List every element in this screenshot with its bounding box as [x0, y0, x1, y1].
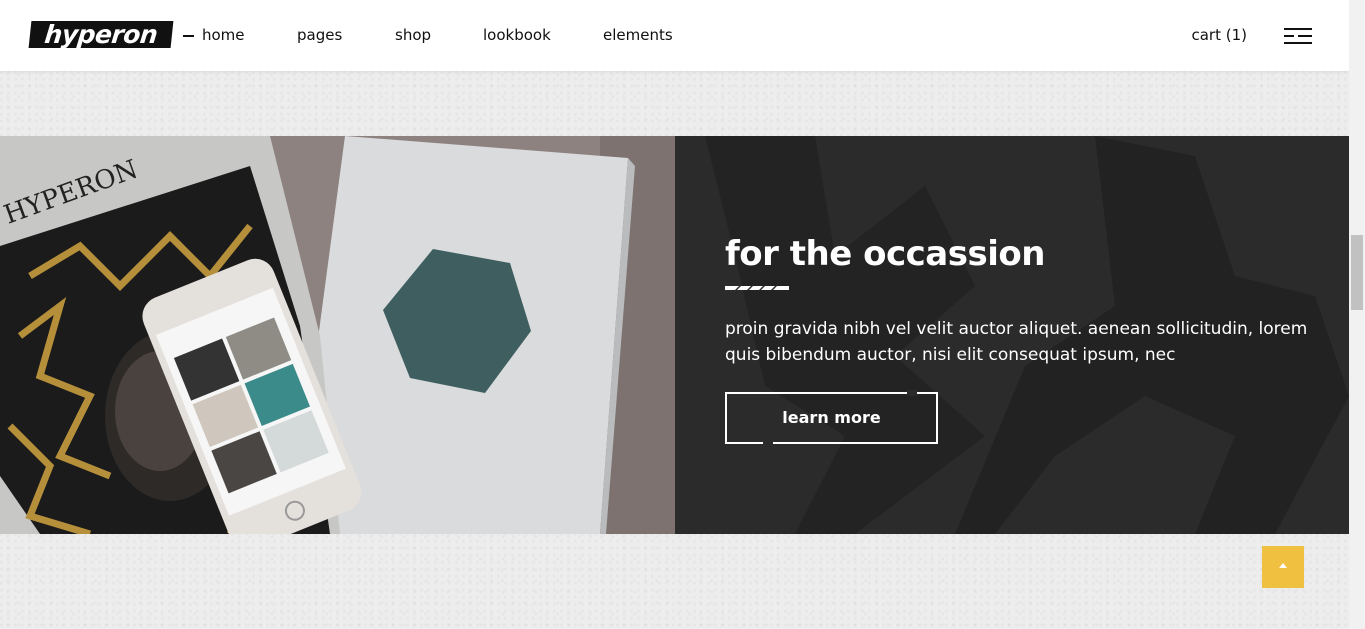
page-scrollbar[interactable]	[1349, 0, 1365, 629]
site-header: hyperon home pages shop lookbook element…	[0, 0, 1349, 71]
scrollbar-thumb[interactable]	[1351, 235, 1363, 310]
active-nav-indicator	[183, 35, 194, 37]
banner-content-panel: for the occassion proin gravida nibh vel…	[675, 136, 1349, 534]
nav-item-lookbook[interactable]: lookbook	[483, 26, 551, 44]
promo-banner: HYPERON for the occassion proin gravida …	[0, 136, 1349, 534]
banner-photo: HYPERON	[0, 136, 675, 534]
decorative-stripe	[725, 286, 789, 290]
nav-item-elements[interactable]: elements	[603, 26, 673, 44]
nav-item-home[interactable]: home	[202, 26, 245, 44]
cart-link[interactable]: cart (1)	[1191, 26, 1247, 44]
learn-more-button[interactable]: learn more	[725, 390, 938, 446]
banner-headline: for the occassion	[725, 234, 1045, 274]
learn-more-label: learn more	[782, 408, 881, 427]
banner-body-text: proin gravida nibh vel velit auctor aliq…	[725, 319, 1308, 365]
scroll-to-top-button[interactable]	[1262, 546, 1304, 588]
site-logo[interactable]: hyperon	[28, 20, 174, 49]
nav-item-shop[interactable]: shop	[395, 26, 431, 44]
nav-item-pages[interactable]: pages	[297, 26, 342, 44]
magazine-phone-illustration: HYPERON	[0, 136, 675, 534]
hamburger-menu-icon[interactable]	[1284, 28, 1312, 44]
